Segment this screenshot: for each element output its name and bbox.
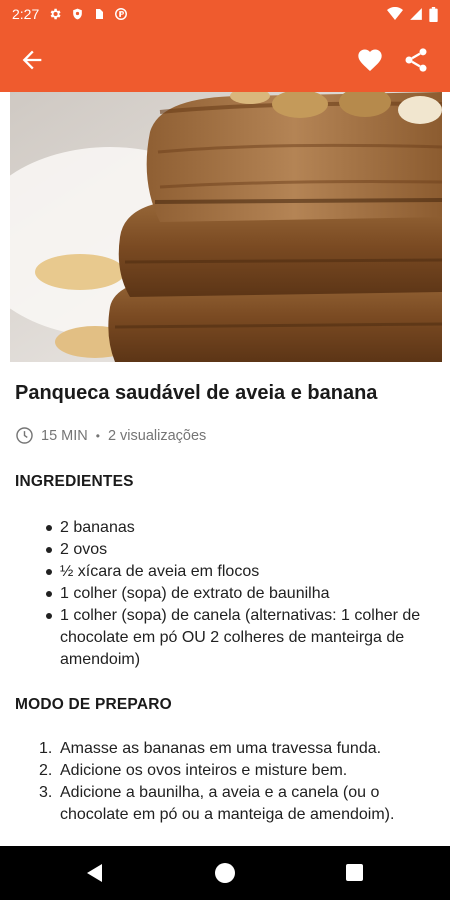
- recipe-content: Panqueca saudável de aveia e banana 15 M…: [0, 362, 450, 846]
- preparation-steps: 1. Amasse as bananas em uma travessa fund…: [39, 738, 430, 826]
- pancake-stack-photo: [10, 92, 442, 362]
- ingredient-item: ½ xícara de aveia em flocos: [46, 561, 430, 583]
- system-nav-bar: [0, 846, 450, 900]
- signal-icon: [409, 7, 423, 21]
- ingredient-item: 2 bananas: [46, 517, 430, 539]
- step-text: Adicione a baunilha, a aveia e a canela …: [60, 784, 395, 823]
- recipe-time: 15 MIN: [41, 427, 88, 444]
- nav-back-button[interactable]: [86, 863, 104, 888]
- recipe-meta: 15 MIN • 2 visualizações: [15, 426, 206, 445]
- clock-icon: [16, 427, 33, 444]
- sync-icon: [114, 7, 128, 21]
- step-item: 3. Adicione a baunilha, a aveia e a canel…: [39, 782, 430, 826]
- share-icon: [405, 48, 427, 72]
- ingredient-item: 1 colher (sopa) de canela (alternativas:…: [46, 605, 430, 671]
- status-time: 2:27: [12, 6, 40, 22]
- heart-icon: [358, 49, 382, 71]
- separator-dot: •: [95, 428, 100, 443]
- share-button[interactable]: [402, 46, 430, 74]
- shield-icon: [71, 7, 84, 21]
- preparation-heading: MODO DE PREPARO: [15, 696, 172, 713]
- ingredients-heading: INGREDIENTES: [15, 473, 134, 490]
- arrow-back-icon: [22, 50, 42, 70]
- recipe-photo: [10, 92, 442, 362]
- step-number: 2.: [39, 762, 53, 779]
- recipe-views: 2 visualizações: [107, 427, 207, 444]
- status-bar: 2:27: [0, 0, 450, 28]
- step-item: 2. Adicione os ovos inteiros e misture be…: [39, 760, 430, 782]
- step-text: Amasse as bananas em uma travessa funda.: [60, 740, 382, 757]
- nav-home-icon[interactable]: [215, 863, 235, 883]
- step-number: 3.: [39, 784, 53, 801]
- recipe-title: Panqueca saudável de aveia e banana: [15, 382, 378, 404]
- ingredient-item: 2 ovos: [46, 539, 430, 561]
- favorite-button[interactable]: [356, 46, 384, 74]
- ingredients-list: 2 bananas 2 ovos ½ xícara de aveia em fl…: [46, 517, 430, 671]
- ingredient-item: 1 colher (sopa) de extrato de baunilha: [46, 583, 430, 605]
- back-button[interactable]: [18, 46, 46, 74]
- nav-recent-icon[interactable]: [346, 864, 363, 881]
- step-text: Adicione os ovos inteiros e misture bem.: [60, 762, 348, 779]
- nav-back-icon: [87, 864, 102, 882]
- wifi-icon: [387, 7, 403, 21]
- gear-icon: [48, 7, 62, 21]
- battery-icon: [429, 6, 438, 22]
- app-bar: [0, 28, 450, 92]
- sim-card-icon: [93, 7, 105, 21]
- step-number: 1.: [39, 740, 53, 757]
- step-item: 1. Amasse as bananas em uma travessa fund…: [39, 738, 430, 760]
